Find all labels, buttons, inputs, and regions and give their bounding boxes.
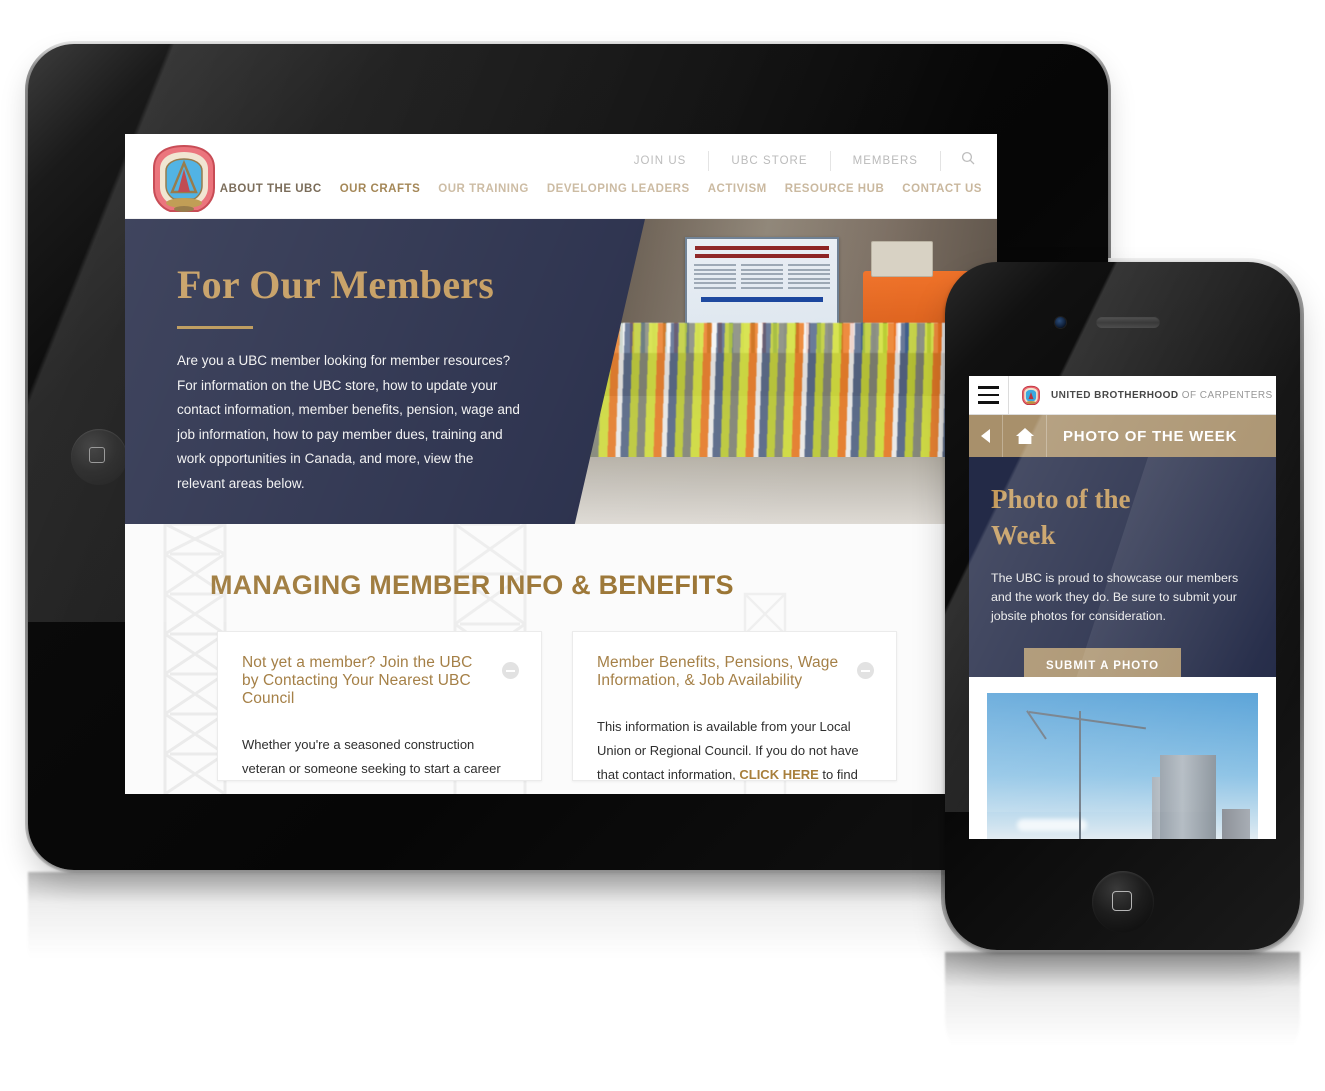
card-body-suffix: to find: [818, 767, 858, 781]
photo-ground: [557, 456, 997, 524]
card-body: This information is available from your …: [597, 715, 872, 781]
mobile-top-bar: UNITED BROTHERHOOD OF CARPENTERS: [969, 376, 1276, 415]
photo-of-the-week-image[interactable]: [987, 693, 1258, 839]
mobile-brand-text: UNITED BROTHERHOOD OF CARPENTERS: [1051, 390, 1273, 401]
sign-line-2: [695, 254, 829, 258]
home-icon[interactable]: [1003, 415, 1047, 457]
click-here-link[interactable]: CLICK HERE: [739, 767, 818, 780]
hamburger-menu-icon[interactable]: [969, 376, 1009, 414]
accordion-card-join-ubc[interactable]: Not yet a member? Join the UBC by Contac…: [217, 631, 542, 781]
photo-lift-box: [871, 241, 933, 277]
top-link-join-us[interactable]: JOIN US: [612, 151, 710, 171]
photo-worker-crowd: [557, 322, 997, 463]
mobile-hero-body: The UBC is proud to showcase our members…: [991, 571, 1239, 623]
ubc-crest-logo[interactable]: [1020, 385, 1042, 406]
mobile-photo-block: [969, 677, 1276, 839]
mobile-hero: Photo of the Week The UBC is proud to sh…: [969, 457, 1276, 677]
search-icon[interactable]: [941, 151, 989, 172]
managing-member-section: MANAGING MEMBER INFO & BENEFITS Not yet …: [125, 524, 997, 794]
nav-item-our-crafts[interactable]: OUR CRAFTS: [331, 183, 430, 195]
mobile-nav-bar: PHOTO OF THE WEEK: [969, 415, 1276, 457]
photo-crane-mast: [1079, 711, 1081, 839]
tablet-screen: JOIN US UBC STORE MEMBERS ABOUT THE UBC …: [125, 134, 997, 794]
home-button-square-icon: [89, 447, 105, 463]
utility-nav: JOIN US UBC STORE MEMBERS: [612, 144, 989, 178]
phone-device: UNITED BROTHERHOOD OF CARPENTERS PHOTO O…: [941, 258, 1304, 954]
hero-title-underline: [177, 326, 253, 329]
mockup-scene: JOIN US UBC STORE MEMBERS ABOUT THE UBC …: [0, 0, 1325, 1091]
sign-name-columns: [694, 264, 830, 291]
card-title: Not yet a member? Join the UBC by Contac…: [242, 654, 473, 707]
sign-line-1: [695, 246, 829, 250]
brand-bold: UNITED BROTHERHOOD: [1051, 389, 1179, 401]
sign-date-line: [701, 297, 823, 302]
nav-item-resource-hub[interactable]: RESOURCE HUB: [776, 183, 894, 195]
nav-item-contact-us[interactable]: CONTACT US: [893, 183, 991, 195]
nav-item-activism[interactable]: ACTIVISM: [699, 183, 776, 195]
hero-banner: For Our Members Are you a UBC member loo…: [125, 219, 997, 524]
photo-cloud: [1017, 819, 1087, 831]
top-link-members[interactable]: MEMBERS: [831, 151, 941, 171]
sign-col-2: [741, 264, 783, 291]
home-button-square-icon: [1112, 891, 1132, 911]
hero-text-block: For Our Members Are you a UBC member loo…: [125, 219, 567, 496]
brand-light: OF CARPENTERS: [1178, 389, 1273, 401]
card-title: Member Benefits, Pensions, Wage Informat…: [597, 654, 839, 689]
sign-col-3: [788, 264, 830, 291]
phone-screen: UNITED BROTHERHOOD OF CARPENTERS PHOTO O…: [969, 376, 1276, 839]
phone-home-button[interactable]: [1092, 871, 1154, 933]
card-body: Whether you're a seasoned construction v…: [242, 737, 501, 776]
top-link-ubc-store[interactable]: UBC STORE: [709, 151, 831, 171]
photo-building-main: [1160, 755, 1216, 839]
site-header: JOIN US UBC STORE MEMBERS ABOUT THE UBC …: [125, 134, 997, 219]
section-heading: MANAGING MEMBER INFO & BENEFITS: [210, 570, 734, 600]
photo-crane-jib: [1028, 711, 1146, 730]
mobile-hero-title: Photo of the Week: [991, 484, 1131, 550]
sign-col-1: [694, 264, 736, 291]
nav-item-our-training[interactable]: OUR TRAINING: [429, 183, 538, 195]
mobile-page-title: PHOTO OF THE WEEK: [1063, 427, 1238, 445]
main-nav: ABOUT THE UBC OUR CRAFTS OUR TRAINING DE…: [211, 183, 991, 195]
nav-item-developing-leaders[interactable]: DEVELOPING LEADERS: [538, 183, 699, 195]
photo-building-right: [1222, 809, 1250, 839]
ubc-crest-logo[interactable]: [145, 142, 223, 216]
minus-circle-icon[interactable]: [502, 662, 519, 679]
minus-circle-icon[interactable]: [857, 662, 874, 679]
accordion-card-list: Not yet a member? Join the UBC by Contac…: [125, 601, 997, 781]
tablet-home-button[interactable]: [71, 429, 127, 485]
back-arrow-icon[interactable]: [969, 415, 1003, 457]
earpiece-speaker: [1096, 316, 1160, 328]
front-camera-icon: [1055, 317, 1066, 328]
accordion-card-member-benefits[interactable]: Member Benefits, Pensions, Wage Informat…: [572, 631, 897, 781]
submit-a-photo-button[interactable]: SUBMIT A PHOTO: [1024, 648, 1182, 677]
nav-item-about-the-ubc[interactable]: ABOUT THE UBC: [211, 183, 331, 195]
page-title: For Our Members: [177, 262, 495, 307]
hero-body-text: Are you a UBC member looking for member …: [177, 353, 520, 491]
phone-reflection: [945, 952, 1300, 1072]
